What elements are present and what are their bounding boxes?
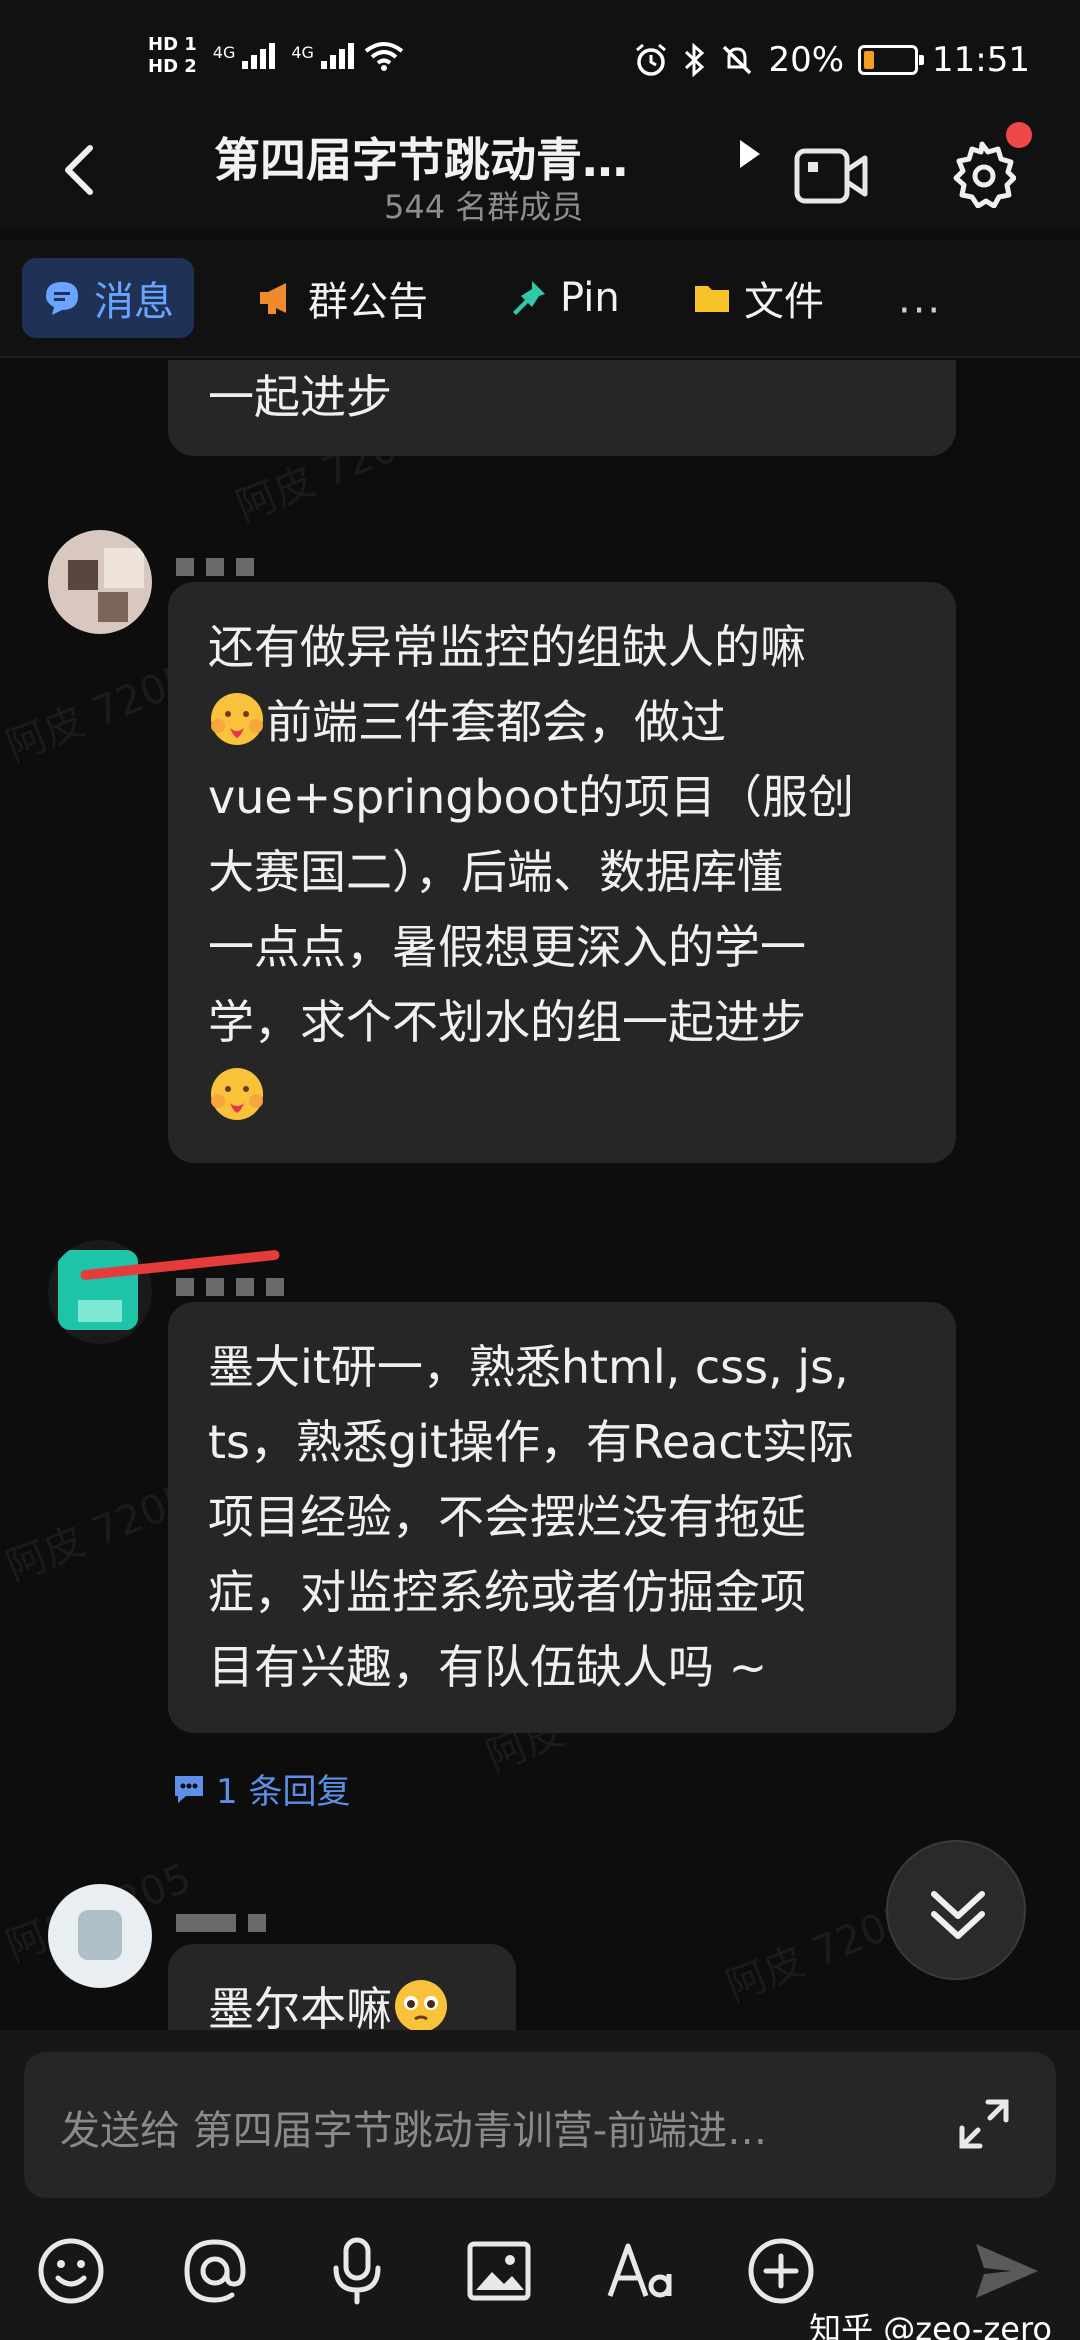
wifi-icon (364, 42, 404, 71)
message-line: 墨大it研一，熟悉html, css, js, (208, 1340, 849, 1394)
message-line: 一起进步 (208, 370, 392, 424)
reply-thread-link[interactable]: 1 条回复 (172, 1764, 350, 1813)
message-line: 症，对监控系统或者仿掘金项 (208, 1565, 806, 1619)
member-count[interactable]: 544 名群成员 (384, 182, 583, 228)
message-input[interactable]: 发送给 第四届字节跳动青训营-前端进… (24, 2052, 1056, 2198)
avatar[interactable] (48, 1884, 152, 1988)
reply-icon (175, 1775, 203, 1803)
sender-name (176, 1914, 278, 1932)
tab-messages[interactable]: 消息 (22, 258, 194, 338)
alarm-icon (636, 43, 667, 76)
message-icon (46, 282, 78, 315)
tab-label: 消息 (94, 279, 174, 325)
hug-emoji-icon (211, 1068, 263, 1120)
message-line: ts，熟悉git操作，有React实际 (208, 1415, 854, 1469)
double-chevron-down-icon (931, 1891, 985, 1939)
message-list[interactable]: 阿皮 7205 阿皮 7205 阿皮 7205 阿皮 7205 阿皮 7205 … (0, 360, 1080, 2030)
message-bubble[interactable]: 一起进步 (168, 360, 956, 456)
network-2-label: 4G (291, 43, 314, 62)
hd2-label: HD 2 (148, 56, 197, 77)
composer: 发送给 第四届字节跳动青训营-前端进… (0, 2030, 1080, 2340)
emoji-icon[interactable] (36, 2236, 106, 2306)
signal-2-icon: 4G (291, 43, 354, 69)
at-mention-icon[interactable] (180, 2236, 250, 2306)
message-line: 目有兴趣，有队伍缺人吗 ~ (208, 1640, 768, 1694)
text-format-icon[interactable] (606, 2236, 676, 2306)
message-line: 一点点，暑假想更深入的学一 (208, 920, 806, 974)
megaphone-icon (260, 283, 286, 314)
message-line: 墨尔本嘛 (208, 1982, 392, 2030)
expand-arrow-icon[interactable] (740, 140, 760, 168)
message-line: 学，求个不划水的组一起进步 (208, 995, 806, 1049)
video-call-icon[interactable] (794, 148, 868, 204)
message-line: vue+springboot的项目（服创 (208, 770, 854, 824)
battery-fill (864, 51, 875, 69)
tab-announcements[interactable]: 群公告 (236, 258, 448, 338)
network-1-label: 4G (212, 43, 236, 62)
chat-header: 第四届字节跳动青… 544 名群成员 (0, 110, 1080, 230)
more-tabs-button[interactable]: ··· (898, 288, 942, 334)
signal-1-icon: 4G (213, 43, 276, 69)
message-line: 项目经验，不会摆烂没有拖延 (208, 1490, 806, 1544)
sender-name (176, 558, 266, 576)
bluetooth-icon (685, 43, 705, 77)
scroll-to-bottom-button[interactable] (886, 1840, 1026, 1980)
message-bubble[interactable]: 还有做异常监控的组缺人的嘛 前端三件套都会，做过 vue+springboot的… (168, 582, 956, 1163)
notification-dot (1006, 122, 1032, 148)
send-icon[interactable] (972, 2236, 1042, 2306)
plus-icon[interactable] (746, 2236, 816, 2306)
message-bubble[interactable]: 墨大it研一，熟悉html, css, js, ts，熟悉git操作，有Reac… (168, 1302, 956, 1733)
battery-percent: 20% (768, 40, 845, 80)
reply-count: 1 条回复 (216, 1772, 351, 1812)
input-placeholder: 发送给 第四届字节跳动青训营-前端进… (60, 2108, 768, 2154)
hd1-label: HD 1 (148, 34, 197, 55)
tab-label: 群公告 (308, 279, 428, 325)
signal-group: HD 1 HD 2 4G 4G (148, 34, 404, 78)
avatar[interactable] (48, 530, 152, 634)
tab-bar: 消息 群公告 Pin 文件 ··· (0, 240, 1080, 358)
avatar[interactable] (48, 1240, 152, 1344)
message-line: 大赛国二），后端、数据库懂 (208, 845, 783, 899)
group-title[interactable]: 第四届字节跳动青… (214, 124, 628, 190)
settings-gear-icon[interactable] (948, 140, 1016, 208)
sender-name (176, 1278, 296, 1296)
tab-files[interactable]: 文件 (672, 258, 844, 338)
folder-icon (695, 286, 729, 312)
clock: 11:51 (932, 40, 1030, 80)
status-right: 20% 11:51 (634, 40, 1030, 80)
mute-icon (723, 45, 752, 75)
battery-icon (858, 45, 925, 75)
hug-emoji-icon (211, 693, 263, 745)
image-icon[interactable] (464, 2236, 534, 2306)
back-arrow-icon[interactable] (50, 140, 110, 200)
expand-icon[interactable] (956, 2096, 1012, 2152)
tab-label: 文件 (744, 279, 824, 325)
tab-label: Pin (560, 275, 620, 321)
microphone-icon[interactable] (322, 2236, 392, 2306)
tab-pin[interactable]: Pin (488, 258, 640, 338)
watermark-credit: 知乎 @zeo-zero (809, 2310, 1052, 2340)
message-line: 还有做异常监控的组缺人的嘛 (208, 620, 806, 674)
pleading-emoji-icon (395, 1980, 447, 2030)
pin-icon (513, 281, 545, 315)
message-line: 前端三件套都会，做过 (266, 695, 726, 749)
hd-badges: HD 1 HD 2 (148, 34, 197, 78)
message-bubble[interactable]: 墨尔本嘛 (168, 1944, 516, 2030)
